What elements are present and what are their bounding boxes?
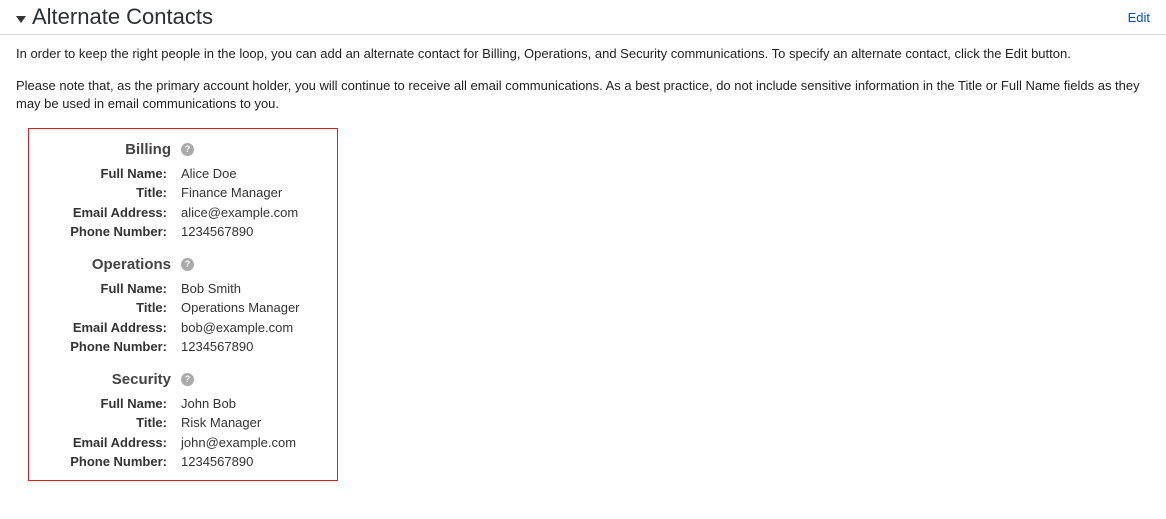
- field-label-title: Title:: [43, 183, 171, 203]
- field-row: Phone Number: 1234567890: [43, 222, 323, 242]
- field-row: Full Name: John Bob: [43, 394, 323, 414]
- field-value-title: Risk Manager: [171, 413, 261, 433]
- field-value-phone: 1234567890: [171, 337, 253, 357]
- field-value-email: bob@example.com: [171, 318, 293, 338]
- field-value-title: Finance Manager: [171, 183, 282, 203]
- section-title: Alternate Contacts: [32, 4, 1128, 30]
- help-icon[interactable]: ?: [181, 143, 194, 156]
- field-label-phone: Phone Number:: [43, 452, 171, 472]
- edit-link[interactable]: Edit: [1128, 10, 1150, 25]
- description-paragraph: In order to keep the right people in the…: [16, 45, 1150, 63]
- field-label-email: Email Address:: [43, 203, 171, 223]
- field-row: Full Name: Bob Smith: [43, 279, 323, 299]
- field-row: Phone Number: 1234567890: [43, 337, 323, 357]
- field-value-full-name: Alice Doe: [171, 164, 237, 184]
- contact-heading: Operations: [43, 256, 171, 273]
- help-icon[interactable]: ?: [181, 258, 194, 271]
- section-header: Alternate Contacts Edit: [0, 0, 1166, 35]
- field-row: Email Address: john@example.com: [43, 433, 323, 453]
- field-label-full-name: Full Name:: [43, 164, 171, 184]
- field-value-full-name: Bob Smith: [171, 279, 241, 299]
- field-value-email: alice@example.com: [171, 203, 298, 223]
- field-label-title: Title:: [43, 298, 171, 318]
- field-label-title: Title:: [43, 413, 171, 433]
- field-label-email: Email Address:: [43, 433, 171, 453]
- field-row: Full Name: Alice Doe: [43, 164, 323, 184]
- field-label-email: Email Address:: [43, 318, 171, 338]
- section-description: In order to keep the right people in the…: [0, 35, 1166, 114]
- contact-block-operations: Operations ? Full Name: Bob Smith Title:…: [43, 256, 323, 357]
- collapse-caret-icon[interactable]: [16, 16, 26, 23]
- contact-heading-row: Billing ?: [43, 141, 323, 158]
- contact-heading-row: Security ?: [43, 371, 323, 388]
- description-paragraph: Please note that, as the primary account…: [16, 77, 1150, 113]
- field-value-full-name: John Bob: [171, 394, 236, 414]
- field-label-full-name: Full Name:: [43, 394, 171, 414]
- help-icon[interactable]: ?: [181, 373, 194, 386]
- field-label-phone: Phone Number:: [43, 222, 171, 242]
- contact-heading: Security: [43, 371, 171, 388]
- contact-block-billing: Billing ? Full Name: Alice Doe Title: Fi…: [43, 141, 323, 242]
- field-row: Title: Finance Manager: [43, 183, 323, 203]
- field-row: Email Address: alice@example.com: [43, 203, 323, 223]
- field-label-phone: Phone Number:: [43, 337, 171, 357]
- contact-block-security: Security ? Full Name: John Bob Title: Ri…: [43, 371, 323, 472]
- contact-heading-row: Operations ?: [43, 256, 323, 273]
- field-value-phone: 1234567890: [171, 452, 253, 472]
- field-value-title: Operations Manager: [171, 298, 300, 318]
- field-row: Phone Number: 1234567890: [43, 452, 323, 472]
- contact-heading: Billing: [43, 141, 171, 158]
- field-label-full-name: Full Name:: [43, 279, 171, 299]
- field-row: Title: Risk Manager: [43, 413, 323, 433]
- alternate-contacts-box: Billing ? Full Name: Alice Doe Title: Fi…: [28, 128, 338, 481]
- field-row: Title: Operations Manager: [43, 298, 323, 318]
- field-value-phone: 1234567890: [171, 222, 253, 242]
- field-value-email: john@example.com: [171, 433, 296, 453]
- field-row: Email Address: bob@example.com: [43, 318, 323, 338]
